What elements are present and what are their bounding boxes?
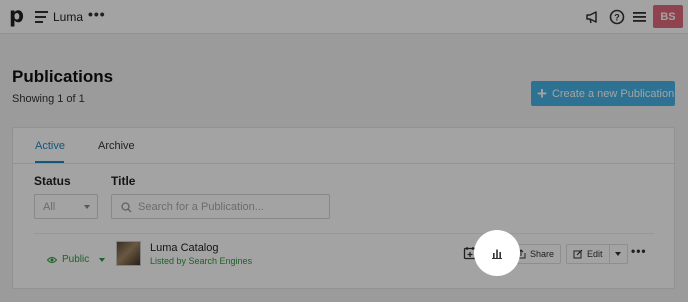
tab-archive[interactable]: Archive <box>98 140 135 152</box>
megaphone-icon[interactable] <box>584 8 602 26</box>
edit-label: Edit <box>587 249 603 259</box>
edit-dropdown-chevron-icon[interactable] <box>608 245 627 263</box>
plus-icon: + <box>537 84 547 103</box>
top-bar: p Luma ••• ? BS <box>0 0 688 34</box>
chevron-down-icon <box>84 205 90 209</box>
help-icon[interactable]: ? <box>608 8 626 26</box>
status-select[interactable]: All <box>34 194 98 219</box>
hamburger-menu-icon[interactable] <box>35 11 48 23</box>
publications-card: Active Archive Status Title All Search f… <box>12 127 675 289</box>
share-label: Share <box>530 249 555 259</box>
list-menu-icon[interactable] <box>631 8 649 26</box>
active-tab-indicator <box>35 161 64 163</box>
app-name[interactable]: Luma <box>53 10 83 24</box>
listing-status: Listed by Search Engines <box>150 256 253 266</box>
user-avatar[interactable]: BS <box>653 5 683 28</box>
svg-text:?: ? <box>614 13 620 23</box>
chevron-down-icon <box>99 257 106 262</box>
publication-row: Public Luma Catalog Listed by Search Eng… <box>13 234 674 284</box>
result-count: Showing 1 of 1 <box>12 93 85 105</box>
create-publication-label: Create a new Publication <box>551 87 675 100</box>
visibility-label: Public <box>62 254 90 265</box>
search-placeholder: Search for a Publication... <box>138 200 264 213</box>
tab-active[interactable]: Active <box>35 140 65 152</box>
edit-button[interactable]: Edit <box>566 244 628 264</box>
search-icon <box>121 202 132 213</box>
more-options-button[interactable]: ••• <box>88 6 106 22</box>
search-input[interactable]: Search for a Publication... <box>111 194 330 219</box>
publication-name[interactable]: Luma Catalog <box>150 242 219 254</box>
status-select-value: All <box>43 200 56 213</box>
statistics-button[interactable] <box>474 230 520 276</box>
bar-chart-icon <box>492 249 502 259</box>
page-title: Publications <box>12 67 114 86</box>
app-logo[interactable]: p <box>9 4 24 26</box>
row-more-options-button[interactable]: ••• <box>631 244 647 258</box>
tab-bar: Active Archive <box>13 128 674 164</box>
title-filter-label: Title <box>111 174 136 188</box>
publication-thumbnail[interactable] <box>116 241 141 266</box>
status-filter-label: Status <box>34 174 71 188</box>
create-publication-button[interactable]: + Create a new Publication <box>531 81 675 106</box>
edit-icon <box>573 249 583 259</box>
visibility-dropdown[interactable]: Public <box>47 254 106 265</box>
eye-icon <box>47 256 57 263</box>
